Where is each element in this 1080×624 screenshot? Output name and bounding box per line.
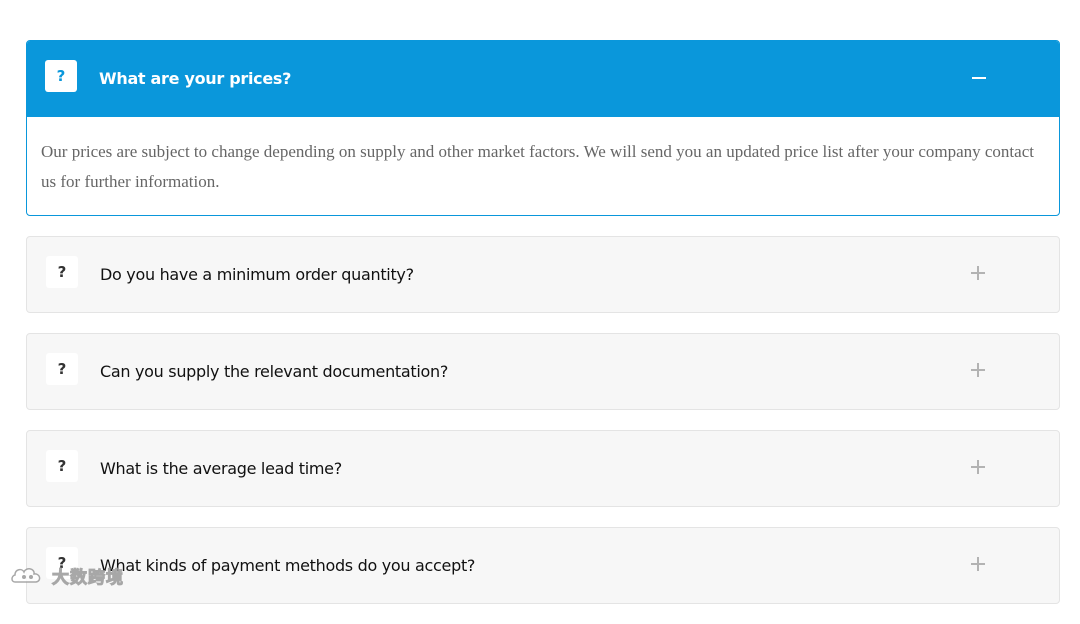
faq-question-header[interactable]: ? What are your prices?: [27, 41, 1059, 117]
expand-plus-icon[interactable]: [971, 266, 985, 280]
watermark-text: 大数跨境: [52, 567, 124, 588]
faq-accordion: ? What are your prices? Our prices are s…: [26, 40, 1060, 624]
expand-plus-icon[interactable]: [971, 557, 985, 571]
faq-question-header[interactable]: ? Do you have a minimum order quantity?: [27, 237, 1059, 312]
collapse-minus-icon[interactable]: [972, 71, 986, 85]
faq-question-text: What are your prices?: [99, 69, 292, 88]
expand-plus-icon[interactable]: [971, 460, 985, 474]
faq-question-text: What is the average lead time?: [100, 459, 342, 478]
expand-plus-icon[interactable]: [971, 363, 985, 377]
faq-question-header[interactable]: ? What kinds of payment methods do you a…: [27, 528, 1059, 603]
faq-item: ? What kinds of payment methods do you a…: [26, 527, 1060, 604]
faq-question-text: Can you supply the relevant documentatio…: [100, 362, 449, 381]
faq-item: ? What are your prices? Our prices are s…: [26, 40, 1060, 216]
faq-question-text: What kinds of payment methods do you acc…: [100, 556, 476, 575]
question-mark-icon: ?: [46, 450, 78, 482]
question-mark-icon: ?: [46, 353, 78, 385]
question-mark-icon: ?: [45, 60, 77, 92]
cloud-logo-icon: [11, 568, 41, 583]
faq-question-header[interactable]: ? What is the average lead time?: [27, 431, 1059, 506]
question-mark-icon: ?: [46, 256, 78, 288]
watermark: 大数跨境: [10, 560, 124, 590]
faq-question-text: Do you have a minimum order quantity?: [100, 265, 414, 284]
faq-item: ? What is the average lead time?: [26, 430, 1060, 507]
faq-question-header[interactable]: ? Can you supply the relevant documentat…: [27, 334, 1059, 409]
faq-answer-text: Our prices are subject to change dependi…: [41, 142, 1034, 191]
faq-item: ? Can you supply the relevant documentat…: [26, 333, 1060, 410]
faq-item: ? Do you have a minimum order quantity?: [26, 236, 1060, 313]
